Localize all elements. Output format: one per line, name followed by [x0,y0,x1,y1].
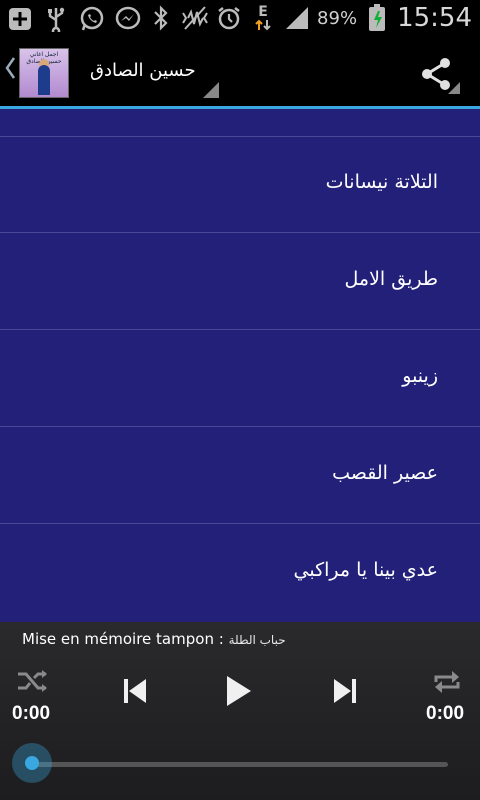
seek-thumb[interactable] [25,756,39,770]
song-title: التلاتة نيسانات [325,171,438,193]
list-item[interactable] [0,109,480,137]
plus-icon [6,5,34,33]
previous-icon[interactable] [122,677,148,709]
app-title[interactable]: حسين الصادق [90,60,196,81]
list-item[interactable]: التلاتة نيسانات [0,137,480,233]
list-item[interactable]: طريق الامل [0,234,480,330]
vibrate-icon [181,4,209,32]
usb-icon [42,5,70,33]
song-title: عدي بينا يا مراكبي [293,559,438,581]
signal-icon [283,4,311,32]
battery-icon [363,4,391,32]
back-chevron-icon[interactable] [4,56,16,86]
song-list[interactable]: التلاتة نيسانات طريق الامل زينبو عصير ال… [0,109,480,622]
data-arrows-icon: E [249,4,277,32]
status-bar: E 89% 15:54 [0,0,480,38]
alarm-icon [215,4,243,32]
buffer-status: Mise en mémoire tampon : حباب الطلة [22,630,286,648]
song-title: عصير القصب [332,462,438,484]
bluetooth-icon [147,4,175,32]
whatsapp-icon [78,5,106,33]
logo-figure-body [38,65,50,95]
current-track: حباب الطلة [228,633,286,647]
repeat-icon[interactable] [430,668,464,700]
battery-percent: 89% [317,7,358,29]
list-item[interactable]: زينبو [0,331,480,427]
song-title: زينبو [402,365,438,387]
list-item[interactable]: عصير القصب [0,428,480,524]
next-icon[interactable] [332,677,358,709]
seek-bar[interactable] [32,762,448,767]
clock: 15:54 [397,3,472,33]
buffer-label: Mise en mémoire tampon : [22,630,224,648]
shuffle-icon[interactable] [16,668,50,698]
elapsed-time: 0:00 [12,703,51,724]
play-icon[interactable] [224,674,254,712]
action-bar [0,38,480,106]
messenger-icon [114,5,142,33]
spinner-indicator-icon [203,82,219,98]
list-item[interactable]: عدي بينا يا مراكبي [0,525,480,621]
overflow-indicator-icon [448,82,460,94]
song-title: طريق الامل [344,268,438,290]
total-time: 0:00 [426,703,465,724]
app-logo[interactable]: اجمل اغاني حسين الصادق [19,48,69,98]
